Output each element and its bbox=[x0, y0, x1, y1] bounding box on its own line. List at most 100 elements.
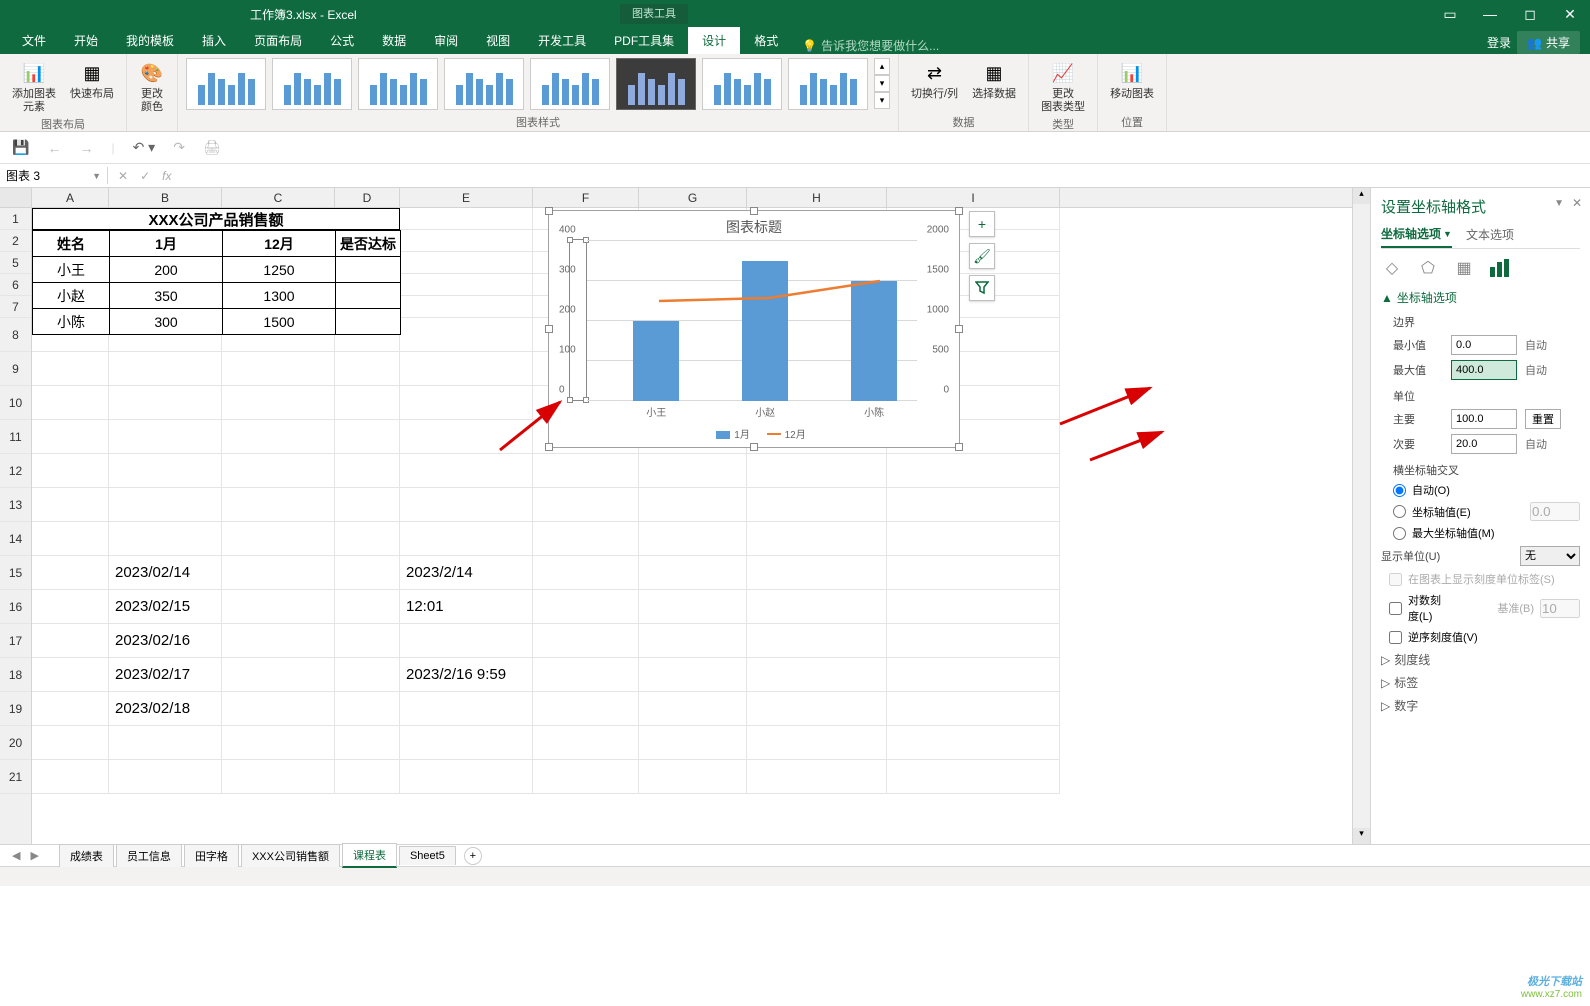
sheet-tab[interactable]: 成绩表 bbox=[59, 844, 114, 867]
row-header[interactable]: 1 bbox=[0, 208, 31, 230]
close-pane-button[interactable]: ✕ bbox=[1572, 196, 1582, 210]
qat-back-icon[interactable]: ← bbox=[47, 140, 61, 156]
name-box[interactable]: 图表 3 ▼ bbox=[0, 167, 108, 184]
switch-row-col-button[interactable]: ⇄ 切换行/列 bbox=[907, 58, 962, 103]
share-button[interactable]: 👥共享 bbox=[1517, 31, 1580, 54]
vertical-scrollbar[interactable]: ▴ ▾ bbox=[1352, 188, 1370, 844]
row-header[interactable]: 21 bbox=[0, 760, 31, 794]
tab-developer[interactable]: 开发工具 bbox=[524, 27, 600, 54]
chart-style-1[interactable] bbox=[186, 58, 266, 110]
tab-pdf[interactable]: PDF工具集 bbox=[600, 27, 688, 54]
save-button[interactable]: 💾 bbox=[12, 139, 29, 156]
change-chart-type-button[interactable]: 📈 更改 图表类型 bbox=[1037, 58, 1089, 116]
row-header[interactable]: 10 bbox=[0, 386, 31, 420]
row-header[interactable]: 2 bbox=[0, 230, 31, 252]
chart-elements-button[interactable]: + bbox=[969, 211, 995, 237]
add-sheet-button[interactable]: + bbox=[464, 847, 482, 865]
row-header[interactable]: 15 bbox=[0, 556, 31, 590]
chart-line-series[interactable] bbox=[587, 241, 917, 401]
move-chart-button[interactable]: 📊 移动图表 bbox=[1106, 58, 1158, 103]
undo-button[interactable]: ↶ ▾ bbox=[133, 139, 156, 156]
cross-value-radio[interactable] bbox=[1393, 505, 1406, 518]
row-header[interactable]: 5 bbox=[0, 252, 31, 274]
chart-style-6[interactable] bbox=[616, 58, 696, 110]
tab-view[interactable]: 视图 bbox=[472, 27, 524, 54]
tab-formulas[interactable]: 公式 bbox=[316, 27, 368, 54]
sheet-tab[interactable]: 田字格 bbox=[184, 844, 239, 867]
cell[interactable]: 2023/2/14 bbox=[400, 556, 533, 590]
column-header[interactable]: H bbox=[747, 188, 887, 207]
row-header[interactable]: 11 bbox=[0, 420, 31, 454]
log-scale-checkbox[interactable] bbox=[1389, 602, 1402, 615]
reverse-checkbox[interactable] bbox=[1389, 631, 1402, 644]
column-header[interactable]: C bbox=[222, 188, 335, 207]
confirm-formula-icon[interactable]: ✓ bbox=[140, 169, 150, 183]
tab-text-options[interactable]: 文本选项 bbox=[1466, 225, 1514, 248]
chart-style-8[interactable] bbox=[788, 58, 868, 110]
scroll-up-icon[interactable]: ▴ bbox=[1353, 188, 1370, 204]
cell[interactable]: 12:01 bbox=[400, 590, 533, 624]
tab-design[interactable]: 设计 bbox=[688, 27, 740, 54]
sheet-tab[interactable]: 员工信息 bbox=[116, 844, 182, 867]
table-header[interactable]: 是否达标 bbox=[336, 231, 401, 257]
row-header[interactable]: 14 bbox=[0, 522, 31, 556]
column-header[interactable]: E bbox=[400, 188, 533, 207]
login-link[interactable]: 登录 bbox=[1487, 34, 1511, 51]
chart-filters-button[interactable] bbox=[969, 275, 995, 301]
column-header[interactable]: A bbox=[32, 188, 109, 207]
tab-mytemplates[interactable]: 我的模板 bbox=[112, 27, 188, 54]
tab-axis-options[interactable]: 坐标轴选项▼ bbox=[1381, 225, 1452, 248]
quick-layout-button[interactable]: ▦ 快速布局 bbox=[66, 58, 118, 103]
tab-format[interactable]: 格式 bbox=[740, 27, 792, 54]
section-numbers[interactable]: ▷ 数字 bbox=[1381, 697, 1580, 714]
cell[interactable]: 2023/02/16 bbox=[109, 624, 222, 658]
table-header[interactable]: 12月 bbox=[223, 231, 336, 257]
row-header[interactable]: 7 bbox=[0, 296, 31, 318]
cell[interactable]: 2023/02/18 bbox=[109, 692, 222, 726]
table-title[interactable]: XXX公司产品销售额 bbox=[32, 208, 400, 230]
max-value-input[interactable] bbox=[1451, 360, 1517, 380]
sheet-nav-next[interactable]: ▶ bbox=[26, 849, 42, 862]
cancel-formula-icon[interactable]: ✕ bbox=[118, 169, 128, 183]
row-header[interactable]: 18 bbox=[0, 658, 31, 692]
cell[interactable]: 2023/02/15 bbox=[109, 590, 222, 624]
tab-pagelayout[interactable]: 页面布局 bbox=[240, 27, 316, 54]
chart-legend[interactable]: 1月 12月 bbox=[549, 426, 959, 441]
qat-print-icon[interactable]: 🖨 bbox=[203, 139, 221, 156]
add-chart-element-button[interactable]: 📊 添加图表 元素 bbox=[8, 58, 60, 116]
minimize-button[interactable]: — bbox=[1470, 0, 1510, 28]
tab-review[interactable]: 审阅 bbox=[420, 27, 472, 54]
select-data-button[interactable]: ▦ 选择数据 bbox=[968, 58, 1020, 103]
chart-title[interactable]: 图表标题 bbox=[549, 211, 959, 239]
tab-data[interactable]: 数据 bbox=[368, 27, 420, 54]
section-ticks[interactable]: ▷ 刻度线 bbox=[1381, 651, 1580, 668]
plot-area[interactable]: 00 100500 2001000 3001500 4002000 小王 小赵 bbox=[587, 241, 917, 401]
sheet-tab[interactable]: XXX公司销售额 bbox=[241, 844, 340, 867]
tab-home[interactable]: 开始 bbox=[60, 27, 112, 54]
section-labels[interactable]: ▷ 标签 bbox=[1381, 674, 1580, 691]
sheet-nav-prev[interactable]: ◀ bbox=[8, 849, 24, 862]
select-all-corner[interactable] bbox=[0, 188, 31, 208]
style-scroll-more[interactable]: ▾ bbox=[874, 92, 890, 109]
effects-icon[interactable]: ⬠ bbox=[1417, 257, 1439, 279]
maximize-button[interactable]: ◻ bbox=[1510, 0, 1550, 28]
qat-forward-icon[interactable]: → bbox=[79, 140, 93, 156]
table-header[interactable]: 姓名 bbox=[33, 231, 110, 257]
scroll-down-icon[interactable]: ▾ bbox=[1353, 828, 1370, 844]
row-header[interactable]: 13 bbox=[0, 488, 31, 522]
chart-style-4[interactable] bbox=[444, 58, 524, 110]
chart-styles-button[interactable]: 🖌 bbox=[969, 243, 995, 269]
ribbon-options-icon[interactable]: ▭ bbox=[1430, 0, 1470, 28]
axis-options-icon[interactable] bbox=[1489, 257, 1511, 279]
sheet-tab[interactable]: 课程表 bbox=[342, 843, 397, 868]
column-header[interactable]: G bbox=[639, 188, 747, 207]
minor-unit-input[interactable] bbox=[1451, 434, 1517, 454]
change-colors-button[interactable]: 🎨 更改 颜色 bbox=[135, 58, 169, 116]
chart-style-5[interactable] bbox=[530, 58, 610, 110]
tell-me-input[interactable]: 💡 告诉我您想要做什么... bbox=[802, 37, 939, 54]
row-header[interactable]: 8 bbox=[0, 318, 31, 352]
column-header[interactable]: F bbox=[533, 188, 639, 207]
column-header[interactable]: D bbox=[335, 188, 400, 207]
style-scroll-down[interactable]: ▾ bbox=[874, 75, 890, 92]
name-box-dropdown-icon[interactable]: ▼ bbox=[92, 171, 101, 181]
